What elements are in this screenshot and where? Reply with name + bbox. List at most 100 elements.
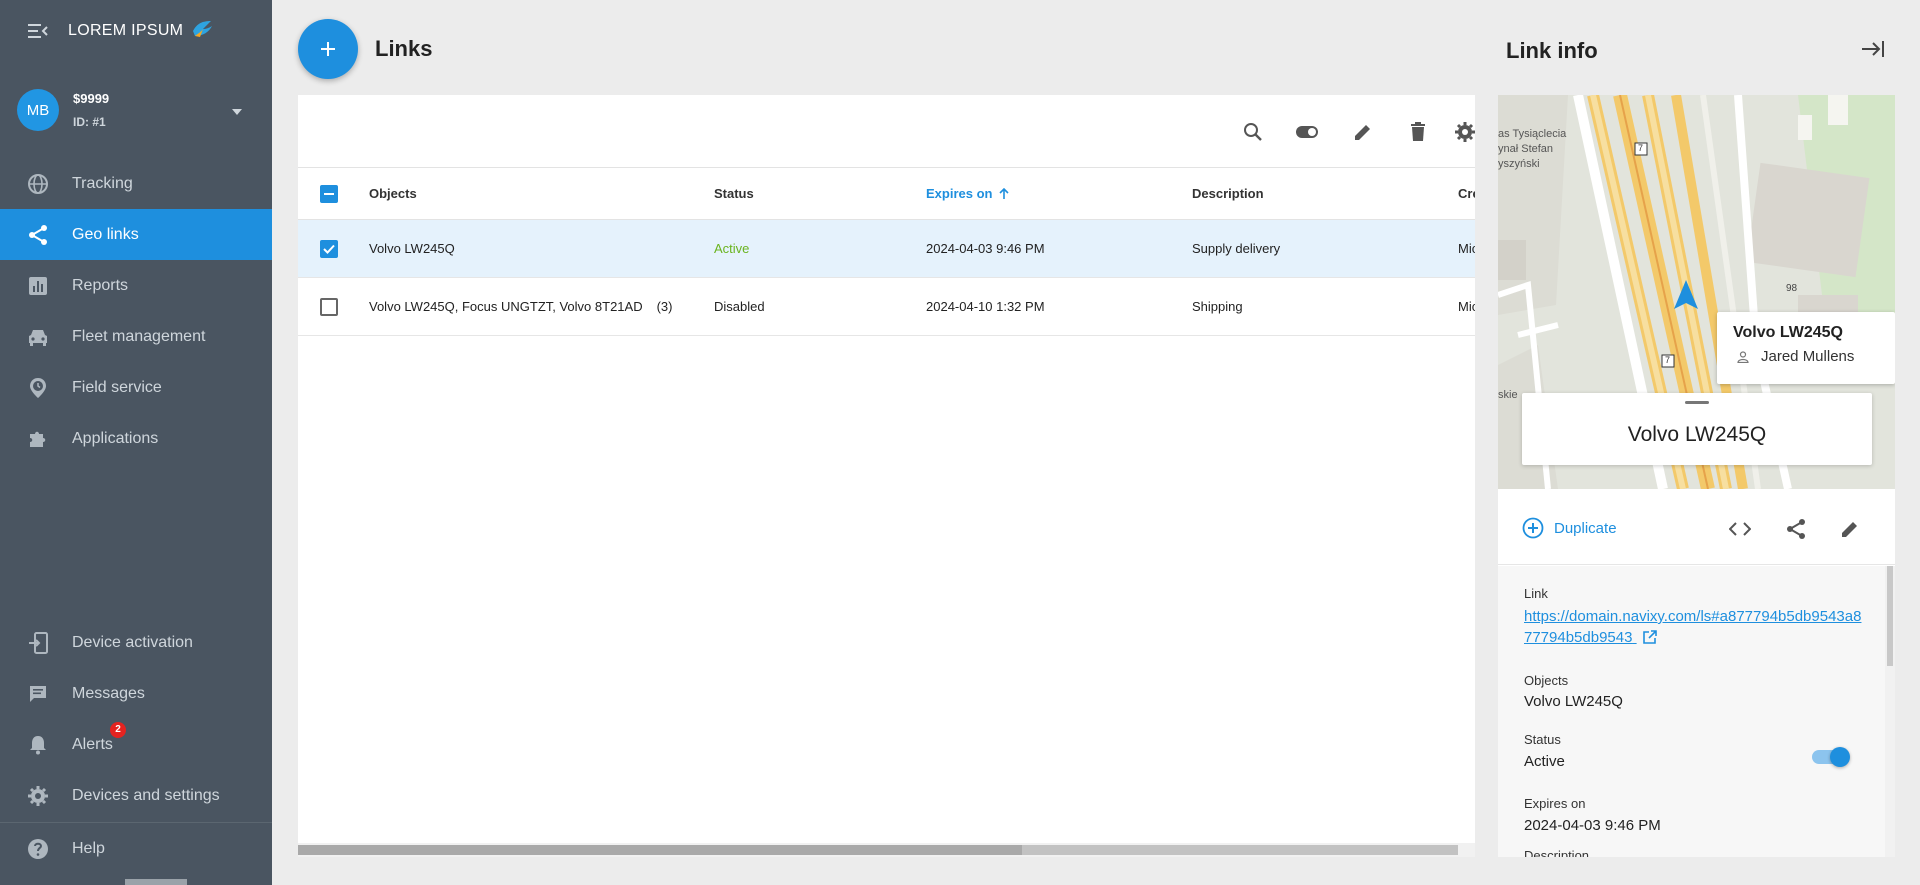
map-building-number: 98 xyxy=(1786,283,1798,294)
map-bottom-sheet[interactable]: Volvo LW245Q xyxy=(1522,393,1872,465)
alerts-count-badge: 2 xyxy=(110,721,126,738)
device-activation-icon xyxy=(26,631,50,655)
details-scrollbar[interactable] xyxy=(1885,566,1895,857)
sidebar-item-devices-and-settings[interactable]: Devices and settings xyxy=(0,770,272,821)
table-toolbar xyxy=(298,95,1475,168)
scrollbar-thumb[interactable] xyxy=(1887,566,1893,666)
share-icon xyxy=(26,223,50,247)
cell-status: Active xyxy=(714,241,750,256)
cell-expires: 2024-04-03 9:46 PM xyxy=(926,241,1045,256)
status-toggle[interactable] xyxy=(1812,747,1850,767)
brand-logo[interactable]: LOREM IPSUM xyxy=(68,19,213,44)
help-icon xyxy=(26,837,50,861)
settings-gear-icon[interactable] xyxy=(1452,119,1475,145)
objects-count: (3) xyxy=(656,299,673,314)
sidebar-item-label: Fleet management xyxy=(72,327,206,345)
popup-driver-name: Jared Mullens xyxy=(1761,348,1855,365)
sidebar-item-reports[interactable]: Reports xyxy=(0,260,272,311)
column-header-description[interactable]: Description xyxy=(1192,186,1264,201)
sidebar: LOREM IPSUM MB $9999 ID: #1 Tracking Geo… xyxy=(0,0,272,885)
brand-name: LOREM IPSUM xyxy=(68,22,184,39)
map-road-number: 7 xyxy=(1665,355,1671,365)
car-icon xyxy=(26,325,50,349)
status-label: Status xyxy=(1524,732,1561,747)
chevron-down-icon[interactable] xyxy=(232,109,242,115)
map-object-popup[interactable]: Volvo LW245Q Jared Mullens xyxy=(1717,312,1895,384)
column-header-objects[interactable]: Objects xyxy=(369,186,417,201)
table-row[interactable]: Volvo LW245Q, Focus UNGTZT, Volvo 8T21AD… xyxy=(298,278,1475,336)
sidebar-item-alerts[interactable]: Alerts 2 xyxy=(0,719,272,770)
column-header-created[interactable]: Created xyxy=(1458,186,1475,201)
link-details: Link https://domain.navixy.com/ls#a87779… xyxy=(1498,566,1895,857)
link-label: Link xyxy=(1524,586,1548,601)
sidebar-resize-handle[interactable] xyxy=(125,879,187,885)
puzzle-icon xyxy=(26,427,50,451)
sheet-drag-handle[interactable] xyxy=(1685,401,1709,404)
collapse-panel-icon[interactable] xyxy=(1860,38,1886,60)
sidebar-item-device-activation[interactable]: Device activation xyxy=(0,617,272,668)
table-row[interactable]: Volvo LW245Q Active 2024-04-03 9:46 PM S… xyxy=(298,220,1475,278)
link-info-panel: Link info as Tysiąclecia ynał Stefan ysz… xyxy=(1474,0,1920,885)
sidebar-nav: Tracking Geo links Reports Fleet managem… xyxy=(0,158,272,464)
sidebar-item-label: Device activation xyxy=(72,633,193,651)
description-label: Description xyxy=(1524,848,1590,857)
edit-icon[interactable] xyxy=(1350,119,1376,145)
message-icon xyxy=(26,682,50,706)
sheet-object-name: Volvo LW245Q xyxy=(1627,423,1767,446)
sidebar-item-applications[interactable]: Applications xyxy=(0,413,272,464)
toggle-icon[interactable] xyxy=(1294,119,1320,145)
map-label: as Tysiąclecia xyxy=(1498,128,1567,140)
reports-icon xyxy=(26,274,50,298)
scrollbar-thumb[interactable] xyxy=(298,845,1022,855)
cell-created: Michael xyxy=(1458,299,1475,314)
account-switcher[interactable]: MB $9999 ID: #1 xyxy=(0,62,272,158)
row-checkbox[interactable] xyxy=(320,239,338,258)
bird-logo-icon xyxy=(191,19,213,44)
duplicate-button[interactable]: Duplicate xyxy=(1522,517,1617,539)
main-content: Links Objects Status Expires on Descript… xyxy=(272,0,1475,885)
map-label: ynał Stefan xyxy=(1498,143,1554,155)
column-header-status[interactable]: Status xyxy=(714,186,754,201)
sidebar-header: LOREM IPSUM xyxy=(0,0,272,62)
share-link-icon[interactable] xyxy=(1784,517,1808,541)
sidebar-item-help[interactable]: Help xyxy=(0,822,272,874)
external-link-icon[interactable] xyxy=(1642,630,1657,644)
map-label: skie xyxy=(1498,389,1518,401)
sidebar-item-geo-links[interactable]: Geo links xyxy=(0,209,272,260)
cell-objects-text: Volvo LW245Q, Focus UNGTZT, Volvo 8T21AD xyxy=(369,299,643,314)
sidebar-item-label: Applications xyxy=(72,429,159,447)
row-checkbox[interactable] xyxy=(320,297,338,316)
duplicate-label: Duplicate xyxy=(1554,519,1617,537)
select-all-checkbox[interactable] xyxy=(320,185,338,203)
bell-icon xyxy=(26,733,50,757)
globe-icon xyxy=(26,172,50,196)
embed-code-icon[interactable] xyxy=(1728,517,1752,541)
objects-label: Objects xyxy=(1524,673,1569,688)
page-title: Links xyxy=(375,36,433,61)
sidebar-item-label: Field service xyxy=(72,378,162,396)
status-value: Active xyxy=(1524,753,1565,770)
expires-value: 2024-04-03 9:46 PM xyxy=(1524,817,1661,834)
delete-icon[interactable] xyxy=(1405,119,1431,145)
objects-value: Volvo LW245Q xyxy=(1524,693,1623,710)
location-clock-icon xyxy=(26,376,50,400)
sidebar-item-field-service[interactable]: Field service xyxy=(0,362,272,413)
cell-objects: Volvo LW245Q xyxy=(369,241,455,256)
sidebar-item-messages[interactable]: Messages xyxy=(0,668,272,719)
horizontal-scrollbar[interactable] xyxy=(298,843,1475,857)
edit-link-icon[interactable] xyxy=(1838,517,1862,541)
sidebar-item-label: Devices and settings xyxy=(72,786,220,804)
add-link-button[interactable] xyxy=(298,19,358,79)
column-header-expires-on[interactable]: Expires on xyxy=(926,186,1010,201)
menu-collapse-icon[interactable] xyxy=(26,19,50,43)
account-balance: $9999 xyxy=(73,91,110,106)
add-circle-icon xyxy=(1522,517,1544,539)
links-table-card: Objects Status Expires on Description Cr… xyxy=(298,95,1475,857)
sidebar-item-tracking[interactable]: Tracking xyxy=(0,158,272,209)
link-url[interactable]: https://domain.navixy.com/ls#a877794b5db… xyxy=(1524,606,1864,648)
sidebar-item-fleet-management[interactable]: Fleet management xyxy=(0,311,272,362)
search-icon[interactable] xyxy=(1240,119,1266,145)
map-view[interactable]: as Tysiąclecia ynał Stefan yszyński skie… xyxy=(1498,95,1895,489)
link-url-text[interactable]: https://domain.navixy.com/ls#a877794b5db… xyxy=(1524,608,1861,646)
scrollbar-track[interactable] xyxy=(1022,845,1458,855)
